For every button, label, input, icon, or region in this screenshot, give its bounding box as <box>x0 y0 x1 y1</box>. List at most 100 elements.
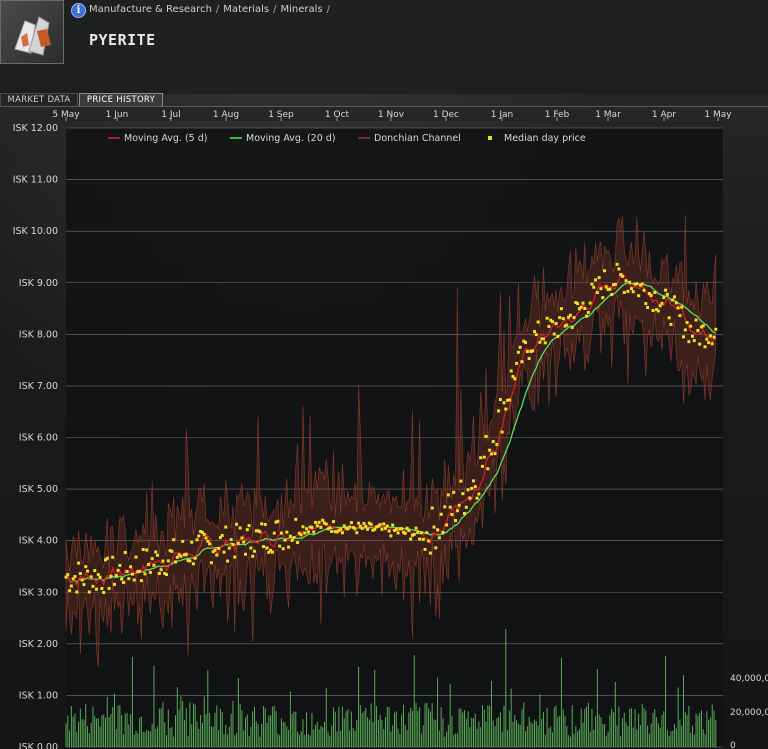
median-price-point <box>366 527 370 531</box>
breadcrumb-item[interactable]: Manufacture & Research <box>89 4 212 15</box>
median-price-point <box>687 340 691 344</box>
median-price-point <box>439 512 443 516</box>
median-price-point <box>260 522 264 526</box>
median-price-point <box>77 561 81 565</box>
median-price-point <box>285 530 289 534</box>
median-price-point <box>538 340 542 344</box>
median-price-point <box>107 586 111 590</box>
median-price-point <box>172 538 176 542</box>
breadcrumb-separator: / <box>215 4 220 15</box>
median-price-point <box>590 282 594 286</box>
median-price-point <box>595 291 599 295</box>
median-price-point <box>464 505 468 509</box>
median-price-point <box>114 574 118 578</box>
info-icon[interactable]: i <box>71 3 86 18</box>
median-price-point <box>489 452 493 456</box>
median-price-point <box>355 531 359 535</box>
median-price-point <box>296 541 300 545</box>
median-price-point <box>261 545 265 549</box>
median-price-point <box>640 282 644 286</box>
median-price-point <box>195 538 199 542</box>
median-price-point <box>673 295 677 299</box>
pyerite-mineral-icon[interactable] <box>0 0 64 64</box>
median-price-point <box>116 568 120 572</box>
median-price-point <box>382 522 386 526</box>
median-price-point <box>676 306 680 310</box>
median-price-point <box>249 546 253 550</box>
median-price-point <box>516 350 520 354</box>
median-price-point <box>229 538 233 542</box>
median-price-point <box>475 496 479 500</box>
median-price-point <box>278 544 282 548</box>
median-price-point <box>258 530 262 534</box>
median-price-point <box>215 553 219 557</box>
median-price-point <box>328 526 332 530</box>
median-price-point <box>520 360 524 364</box>
median-price-point <box>138 569 142 573</box>
price-history-chart[interactable]: 5 May 1 Jun 1 Jul 1 Aug 1 Sep 1 Oct 1 Nov 1 Dec… <box>0 107 768 749</box>
median-price-point <box>120 577 124 581</box>
median-price-point <box>265 546 269 550</box>
median-price-point <box>391 523 395 527</box>
median-price-point <box>497 409 501 413</box>
breadcrumb: Manufacture & Research / Materials / Mineral… <box>89 4 334 16</box>
median-price-point <box>515 361 519 365</box>
median-price-point <box>428 551 432 555</box>
median-price-point <box>288 534 292 538</box>
tab-price-history[interactable]: PRICE HISTORY <box>79 93 163 107</box>
y-tick-label: ISK 6.00 <box>19 433 58 444</box>
median-price-point <box>545 316 549 320</box>
median-price-point <box>665 292 669 296</box>
median-price-point <box>80 578 84 582</box>
median-price-point <box>656 309 660 313</box>
x-tick-label: 5 May <box>52 110 80 120</box>
median-price-point <box>294 517 298 521</box>
median-price-point <box>394 527 398 531</box>
tab-market-data[interactable]: MARKET DATA <box>0 93 78 107</box>
breadcrumb-item[interactable]: Materials <box>223 4 269 15</box>
median-price-point <box>615 262 619 266</box>
median-price-point <box>281 547 285 551</box>
median-price-point <box>139 579 143 583</box>
median-price-point <box>75 590 79 594</box>
x-tick-label: 1 Oct <box>325 110 350 120</box>
median-price-point <box>244 552 248 556</box>
median-price-point <box>127 577 131 581</box>
median-price-point <box>642 288 646 292</box>
median-price-point <box>321 518 325 522</box>
median-price-point <box>247 524 251 528</box>
median-price-point <box>84 565 88 569</box>
y-tick-label: ISK 9.00 <box>19 278 58 289</box>
median-price-point <box>378 523 382 527</box>
median-price-point <box>290 538 294 542</box>
median-price-point <box>349 521 353 525</box>
median-price-point <box>531 349 535 353</box>
median-price-point <box>283 538 287 542</box>
median-price-point <box>129 565 133 569</box>
median-price-point <box>331 520 335 524</box>
median-price-point <box>498 398 502 402</box>
breadcrumb-item[interactable]: Minerals <box>281 4 323 15</box>
median-price-point <box>143 572 147 576</box>
median-price-point <box>130 572 134 576</box>
median-price-point <box>89 575 93 579</box>
median-price-point <box>238 526 242 530</box>
median-price-point <box>509 369 513 373</box>
median-price-point <box>231 543 235 547</box>
median-price-point <box>678 314 682 318</box>
median-price-point <box>599 287 603 291</box>
median-price-point <box>667 316 671 320</box>
median-price-point <box>628 280 632 284</box>
median-price-point <box>669 322 673 326</box>
breadcrumb-separator: / <box>273 4 277 15</box>
median-price-point <box>170 549 174 553</box>
median-price-point <box>91 584 95 588</box>
median-price-point <box>414 526 418 530</box>
median-price-point <box>87 590 91 594</box>
median-price-point <box>227 546 231 550</box>
median-price-point <box>696 329 700 333</box>
median-price-point <box>565 323 569 327</box>
median-price-point <box>240 536 244 540</box>
median-price-point <box>202 532 206 536</box>
median-price-point <box>495 442 499 446</box>
